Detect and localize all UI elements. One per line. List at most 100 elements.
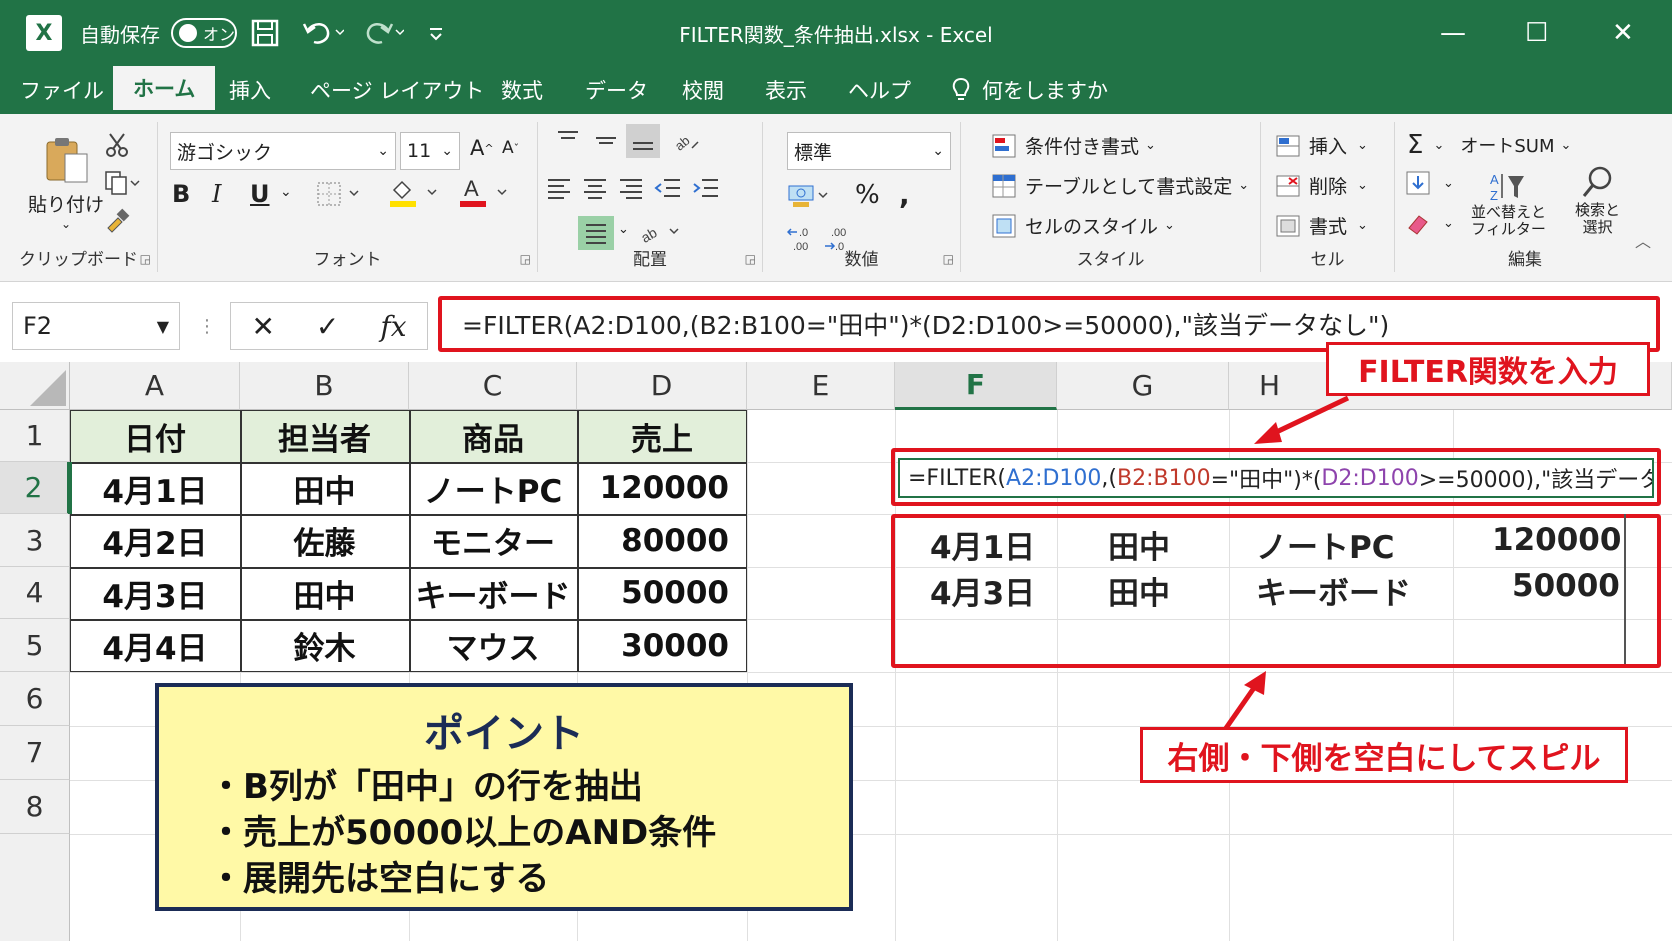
chevron-down-icon: ⌄	[1443, 215, 1454, 231]
tell-me-text: 何をしますか	[982, 79, 1108, 103]
column-header-b[interactable]: B	[240, 362, 409, 410]
comma-button[interactable]: ,	[899, 178, 910, 211]
conditional-format-button[interactable]: 条件付き書式 ⌄	[991, 132, 1156, 159]
number-format-select[interactable]: 標準 ⌄	[787, 132, 951, 170]
clear-button[interactable]: ⌄	[1405, 210, 1454, 236]
row-header-7[interactable]: 7	[0, 726, 70, 780]
spill-cell[interactable]: 4月1日	[930, 522, 1035, 567]
underline-button[interactable]: U	[250, 180, 270, 208]
bold-button[interactable]: B	[172, 180, 190, 208]
copy-icon[interactable]	[104, 170, 140, 196]
maximize-button[interactable]: ☐	[1525, 14, 1548, 52]
row-header-8[interactable]: 8	[0, 780, 70, 834]
fx-icon[interactable]: fx	[380, 310, 406, 343]
increase-font-icon[interactable]: A ^	[470, 136, 494, 160]
tab-review[interactable]: 校閲	[682, 66, 724, 114]
format-as-table-button[interactable]: テーブルとして書式設定 ⌄	[991, 172, 1249, 199]
save-icon[interactable]	[250, 14, 280, 52]
align-right-icon[interactable]	[618, 176, 644, 200]
cells-group-label: セル	[1310, 250, 1345, 270]
enter-icon[interactable]: ✓	[316, 310, 339, 343]
cell-styles-button[interactable]: セルのスタイル ⌄	[991, 212, 1175, 239]
align-center-icon[interactable]	[582, 176, 608, 200]
chevron-down-icon[interactable]: ⌄	[280, 184, 292, 200]
table-border	[70, 619, 747, 621]
dialog-launcher-icon[interactable]: ◲	[140, 252, 151, 266]
border-icon[interactable]	[316, 180, 366, 208]
row-header-6[interactable]: 6	[0, 672, 70, 726]
dialog-launcher-icon[interactable]: ◲	[745, 252, 756, 266]
cancel-icon[interactable]: ✕	[251, 310, 274, 343]
spill-cell[interactable]: 50000	[1512, 568, 1620, 604]
tell-me-search[interactable]: 何をしますか	[950, 66, 1108, 114]
select-all-button[interactable]	[0, 362, 70, 410]
currency-icon[interactable]	[787, 182, 833, 210]
undo-icon[interactable]	[300, 14, 344, 52]
top-align-icon[interactable]	[556, 128, 580, 152]
decrease-font-icon[interactable]: Aˇ	[502, 138, 519, 158]
tab-view[interactable]: 表示	[765, 66, 807, 114]
find-select-button[interactable]: 検索と 選択	[1575, 164, 1620, 237]
tab-page-layout[interactable]: ページ レイアウト	[310, 66, 484, 114]
orientation-icon[interactable]: ab	[672, 128, 700, 154]
format-painter-icon[interactable]	[104, 208, 130, 234]
tab-file[interactable]: ファイル	[20, 66, 104, 114]
font-name-select[interactable]: 游ゴシック ⌄	[170, 132, 396, 170]
filter-input-callout-text: FILTER関数を入力	[1358, 355, 1618, 390]
dialog-launcher-icon[interactable]: ◲	[520, 252, 531, 266]
row-header-1[interactable]: 1	[0, 410, 70, 462]
column-header-c[interactable]: C	[409, 362, 577, 410]
cut-icon[interactable]	[104, 132, 130, 158]
middle-align-icon[interactable]	[594, 128, 618, 152]
font-size-select[interactable]: 11 ⌄	[400, 132, 460, 170]
formula-buttons: ✕ ✓ fx	[230, 302, 428, 350]
row-header-5[interactable]: 5	[0, 619, 70, 672]
row-header-2[interactable]: 2	[0, 462, 70, 514]
insert-cells-button[interactable]: 挿入 ⌄	[1275, 132, 1368, 159]
tab-formulas[interactable]: 数式	[501, 66, 543, 114]
column-header-a[interactable]: A	[70, 362, 240, 410]
font-color-icon[interactable]: A	[458, 176, 514, 210]
autosave-toggle[interactable]: オン	[171, 18, 237, 48]
paste-button[interactable]: 貼り付け ⌄	[28, 134, 104, 231]
drag-handle-icon[interactable]: ⋮	[198, 316, 216, 337]
sort-filter-button[interactable]: AZ 並べ替えと フィルター	[1471, 170, 1546, 239]
italic-button[interactable]: I	[212, 180, 221, 208]
name-box[interactable]: F2 ▼	[12, 302, 180, 350]
spill-cell[interactable]: 田中	[1108, 522, 1170, 567]
increase-indent-icon[interactable]	[692, 176, 720, 200]
decrease-indent-icon[interactable]	[654, 176, 682, 200]
column-header-e[interactable]: E	[747, 362, 895, 410]
fill-color-icon[interactable]	[388, 176, 444, 210]
delete-cells-button[interactable]: 削除 ⌄	[1275, 172, 1368, 199]
tab-data[interactable]: データ	[585, 66, 648, 114]
minimize-button[interactable]: —	[1440, 14, 1466, 52]
autosum-button[interactable]: Σ ⌄ オートSUM ⌄	[1407, 130, 1571, 160]
column-header-g[interactable]: G	[1057, 362, 1229, 410]
customize-qat-icon[interactable]	[428, 14, 444, 52]
fill-button[interactable]: ⌄	[1405, 170, 1454, 196]
row-header-4[interactable]: 4	[0, 567, 70, 619]
chevron-down-icon[interactable]: ⌄	[618, 222, 629, 237]
format-cells-button[interactable]: 書式 ⌄	[1275, 212, 1368, 239]
column-header-d[interactable]: D	[577, 362, 747, 410]
collapse-ribbon-icon[interactable]: ︿	[1635, 228, 1651, 252]
tab-insert[interactable]: 挿入	[229, 66, 271, 114]
spill-cell[interactable]: 田中	[1108, 568, 1170, 613]
spill-cell[interactable]: 120000	[1492, 522, 1621, 558]
merge-center-icon[interactable]: ab	[638, 218, 684, 246]
percent-button[interactable]: %	[855, 180, 880, 210]
spill-cell[interactable]: キーボード	[1256, 568, 1411, 613]
align-left-icon[interactable]	[546, 176, 572, 200]
in-cell-formula-editor[interactable]: =FILTER(A2:D100 ,(B2:B100 ="田中")*(D2:D100 >…	[898, 458, 1654, 498]
column-header-f[interactable]: F	[895, 362, 1057, 410]
spill-cell[interactable]: 4月3日	[930, 568, 1035, 613]
spill-cell[interactable]: ノートPC	[1256, 522, 1394, 567]
tab-help[interactable]: ヘルプ	[848, 66, 911, 114]
bottom-align-icon[interactable]	[626, 124, 660, 158]
row-header-3[interactable]: 3	[0, 514, 70, 567]
close-button[interactable]: ✕	[1612, 14, 1634, 52]
redo-icon[interactable]	[360, 14, 404, 52]
tab-home[interactable]: ホーム	[113, 66, 216, 114]
dialog-launcher-icon[interactable]: ◲	[943, 252, 954, 266]
